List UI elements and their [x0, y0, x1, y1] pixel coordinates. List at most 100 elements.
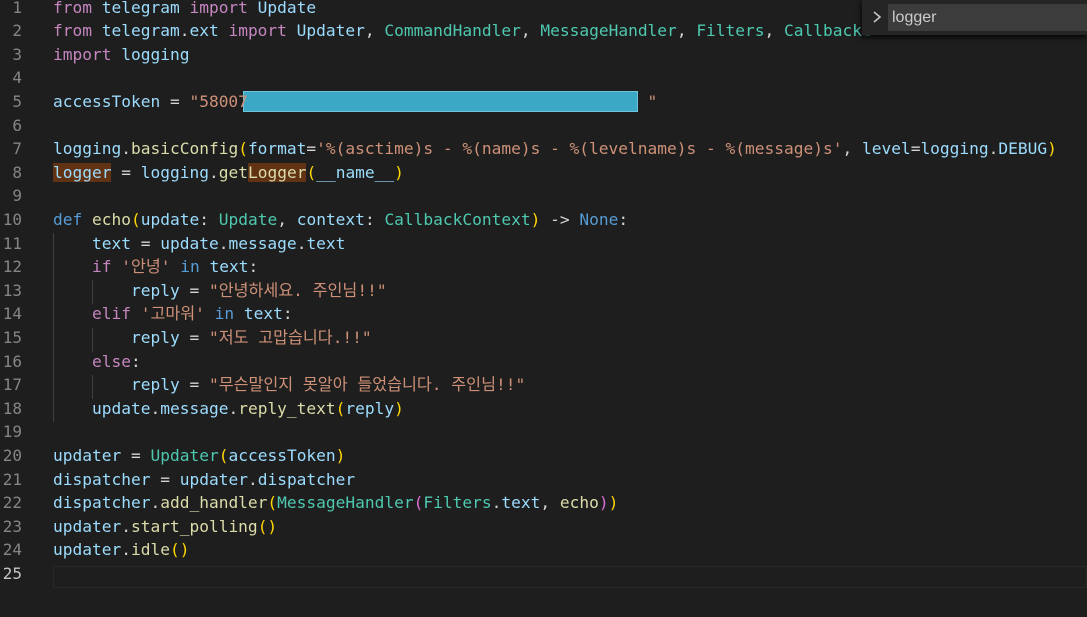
code-token: .: [150, 398, 161, 418]
code-token: idle: [130, 540, 170, 560]
code-token: ,: [842, 139, 862, 159]
code-text: text = update.message.text: [53, 232, 345, 256]
code-token: logging: [140, 162, 209, 182]
code-token: Update: [247, 0, 317, 17]
code-line[interactable]: 18 update.message.reply_text(reply): [0, 397, 1087, 421]
code-token: reply: [130, 327, 180, 347]
code-line[interactable]: 25: [0, 562, 1087, 586]
code-text: dispatcher.add_handler(MessageHandler(Fi…: [53, 491, 618, 515]
code-line[interactable]: 19: [0, 420, 1087, 444]
code-token: (: [218, 445, 229, 465]
code-token: CommandHandler: [384, 21, 521, 41]
code-line[interactable]: 8 logger = logging.getLogger(__name__): [0, 161, 1087, 185]
code-text: logging.basicConfig(format='%(asctime)s …: [53, 137, 1057, 161]
code-text: reply = "무슨말인지 못알아 들었습니다. 주인님!!": [53, 373, 525, 397]
code-token: reply_text: [238, 398, 336, 418]
code-token: ,: [520, 21, 541, 41]
code-line[interactable]: 24 updater.idle(): [0, 538, 1087, 562]
code-token: in: [204, 304, 235, 324]
code-token: text: [501, 493, 541, 513]
code-token: =: [130, 233, 161, 253]
line-number: 17: [2, 375, 22, 395]
code-text: updater.idle(): [53, 538, 189, 562]
code-line[interactable]: 17 reply = "무슨말인지 못알아 들었습니다. 주인님!!": [0, 373, 1087, 397]
code-line[interactable]: 16 else:: [0, 350, 1087, 374]
line-number: 2: [12, 21, 22, 41]
code-line[interactable]: 13 reply = "안녕하세요. 주인님!!": [0, 279, 1087, 303]
code-token: update: [91, 398, 151, 418]
code-editor[interactable]: 1 from telegram import Update 2 from telegr…: [0, 0, 1087, 617]
code-token: else: [91, 351, 131, 371]
code-token: Updater: [150, 445, 219, 465]
code-line[interactable]: 20 updater = Updater(accessToken): [0, 444, 1087, 468]
code-token: message: [160, 398, 229, 418]
code-token: ,: [277, 209, 297, 229]
code-token: None: [579, 209, 619, 229]
code-token: ): [394, 398, 404, 418]
code-token: get: [218, 162, 248, 182]
code-line[interactable]: 3 import logging: [0, 43, 1087, 67]
code-text: logger = logging.getLogger(__name__): [53, 161, 404, 185]
code-token: .: [208, 162, 219, 182]
chevron-right-icon[interactable]: [870, 9, 884, 25]
code-line[interactable]: 22 dispatcher.add_handler(MessageHandler(…: [0, 491, 1087, 515]
code-token: (: [335, 398, 346, 418]
code-line[interactable]: 15 reply = "저도 고맙습니다.!!": [0, 326, 1087, 350]
code-line[interactable]: 12 if '안녕' in text:: [0, 255, 1087, 279]
code-line[interactable]: 23 updater.start_polling(): [0, 515, 1087, 539]
code-text: dispatcher = updater.dispatcher: [53, 468, 355, 492]
code-token: .: [179, 21, 190, 41]
code-token: =: [910, 139, 921, 159]
code-line[interactable]: 7 logging.basicConfig(format='%(asctime)s…: [0, 137, 1087, 161]
indent-guide: [92, 375, 93, 399]
code-token: updater: [53, 445, 122, 465]
code-line[interactable]: 11 text = update.message.text: [0, 232, 1087, 256]
code-token: =: [150, 469, 180, 489]
code-text: import logging: [53, 43, 189, 67]
code-token: ): [608, 493, 619, 513]
code-token: reply: [130, 280, 180, 300]
code-token: logging: [53, 139, 122, 159]
code-text: from telegram.ext import Updater, Comman…: [53, 19, 872, 43]
line-number: 7: [12, 139, 22, 159]
code-text: else:: [53, 350, 141, 374]
code-token: :: [364, 209, 385, 229]
find-input[interactable]: logger: [888, 4, 1087, 31]
code-token: ): [1047, 139, 1057, 159]
code-token: '%(asctime)s - %(name)s - %(levelname)s …: [316, 139, 843, 159]
code-token: updater: [53, 516, 122, 536]
line-number: 21: [2, 469, 22, 489]
code-line[interactable]: 14 elif '고마워' in text:: [0, 302, 1087, 326]
code-token: '안녕': [111, 257, 171, 277]
code-token: ,: [540, 493, 560, 513]
code-token: .: [296, 233, 307, 253]
code-token: ,: [764, 21, 785, 41]
code-token: =: [111, 162, 141, 182]
code-token: update: [160, 233, 219, 253]
code-token: .: [247, 469, 258, 489]
line-number: 24: [2, 540, 22, 560]
code-token: Filters: [696, 21, 765, 41]
code-token: Logger: [247, 162, 307, 182]
code-token: accessToken: [228, 445, 336, 465]
code-token: import: [189, 0, 248, 17]
code-text: reply = "저도 고맙습니다.!!": [53, 326, 372, 350]
code-token: context: [296, 209, 365, 229]
code-token: :: [248, 257, 259, 277]
code-token: (: [130, 209, 141, 229]
code-line[interactable]: 9: [0, 184, 1087, 208]
line-number: 16: [2, 351, 22, 371]
line-number: 18: [2, 398, 22, 418]
code-token: Filters: [423, 493, 492, 513]
code-line[interactable]: 21 dispatcher = updater.dispatcher: [0, 468, 1087, 492]
code-line[interactable]: 10 def echo(update: Update, context: Call…: [0, 208, 1087, 232]
code-text: from telegram import Update: [53, 0, 316, 19]
code-token: telegram: [91, 0, 190, 17]
code-line[interactable]: 6: [0, 114, 1087, 138]
code-line[interactable]: 5 accessToken = "58007 ": [0, 90, 1087, 114]
code-token: ,: [364, 21, 385, 41]
code-line[interactable]: 4: [0, 66, 1087, 90]
